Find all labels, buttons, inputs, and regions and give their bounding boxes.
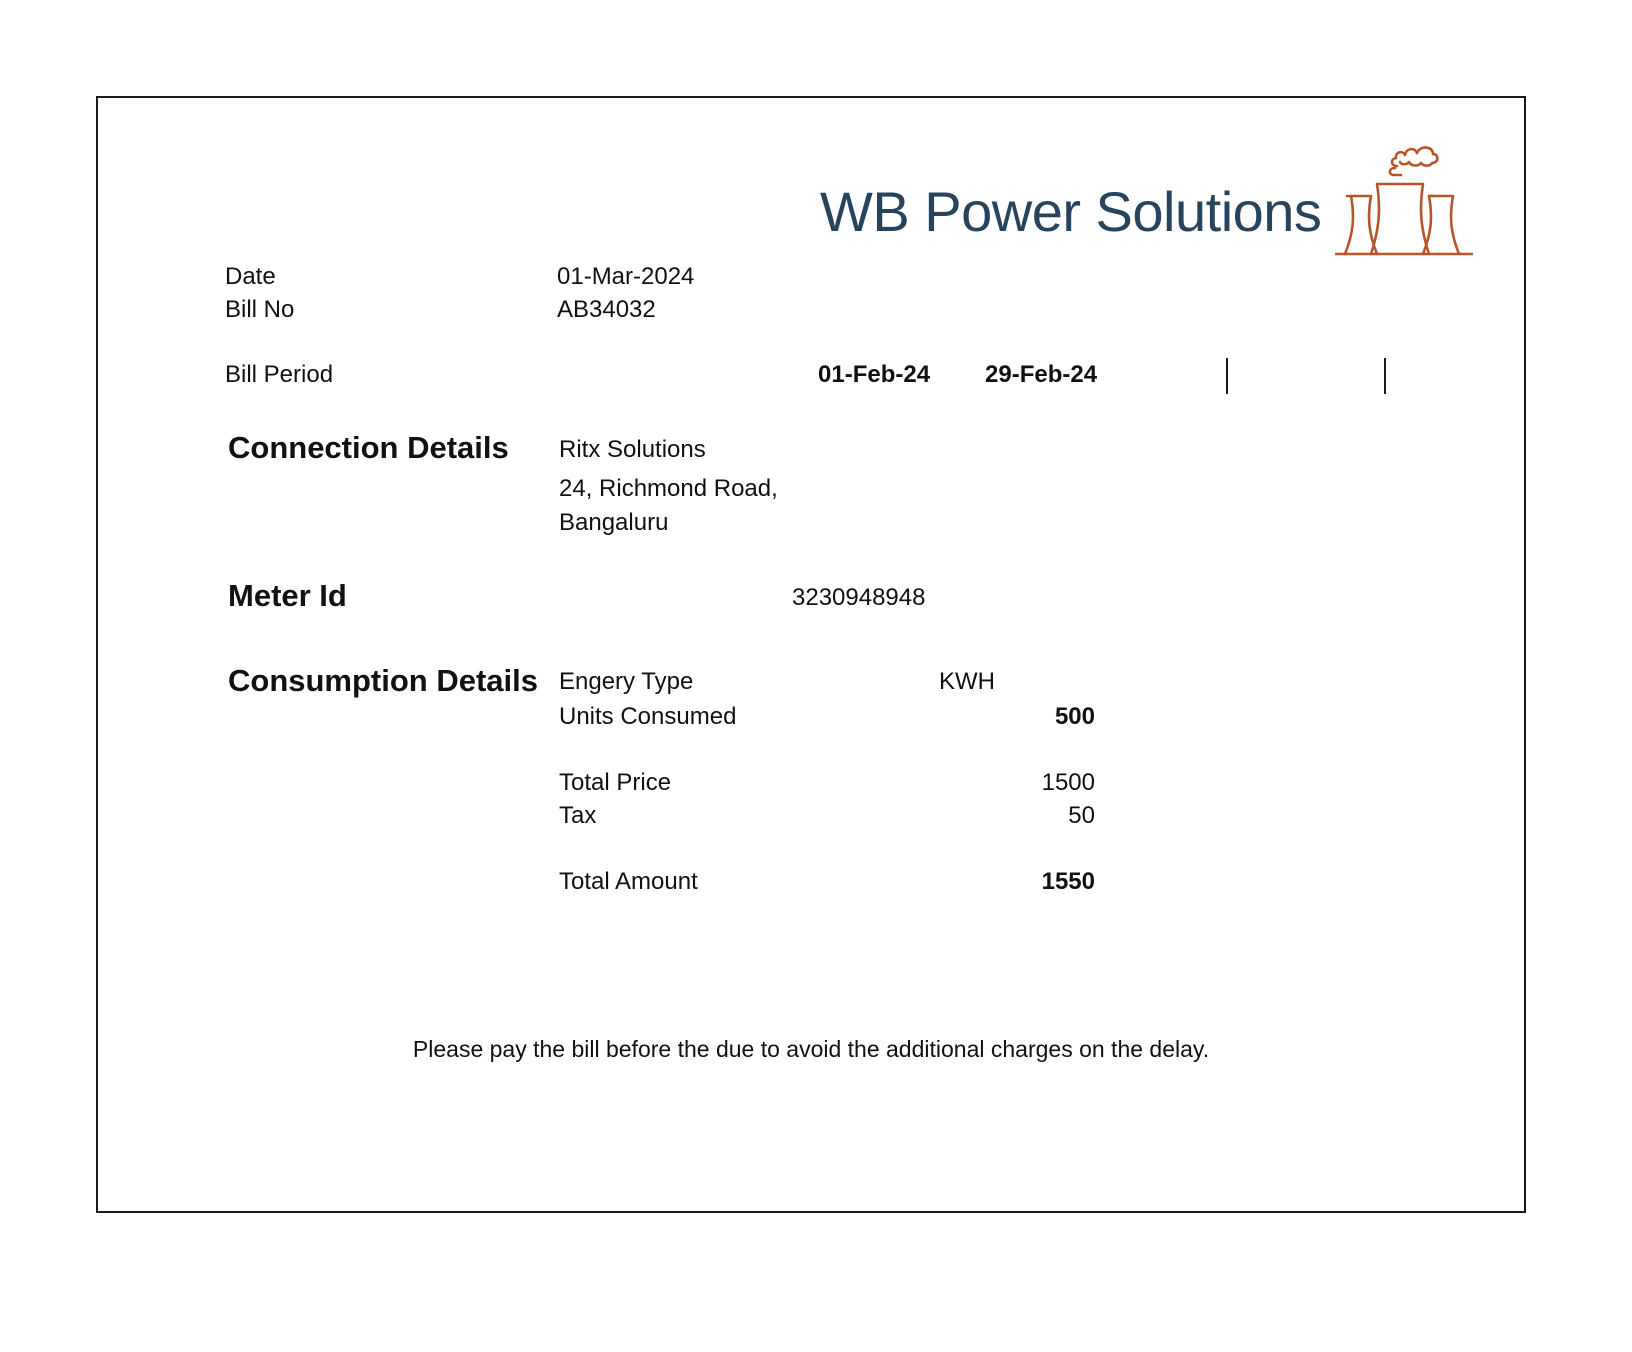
date-label: Date — [225, 263, 276, 290]
connection-name: Ritx Solutions — [559, 436, 706, 463]
bill-period-end: 29-Feb-24 — [985, 361, 1098, 388]
tax-label: Tax — [559, 802, 597, 829]
date-value: 01-Mar-2024 — [557, 263, 695, 290]
energy-type-value: KWH — [939, 668, 995, 695]
company-name: WB Power Solutions — [820, 180, 1322, 243]
power-plant-icon — [1335, 146, 1473, 256]
units-consumed-label: Units Consumed — [559, 703, 737, 730]
total-amount-value: 1550 — [1041, 868, 1095, 895]
meter-id-heading: Meter Id — [228, 578, 347, 613]
total-amount-label: Total Amount — [559, 868, 698, 895]
divider-bar — [1384, 358, 1386, 394]
divider-bar — [1226, 358, 1228, 394]
tax-value: 50 — [1068, 802, 1095, 829]
total-price-value: 1500 — [1041, 769, 1095, 796]
connection-address-line1: 24, Richmond Road, — [559, 475, 778, 502]
bill-period-start: 01-Feb-24 — [818, 361, 931, 388]
bill-no-value: AB34032 — [557, 296, 656, 323]
connection-address-line2: Bangaluru — [559, 509, 669, 536]
payment-note: Please pay the bill before the due to av… — [412, 1036, 1210, 1062]
bill-no-label: Bill No — [225, 296, 295, 323]
connection-details-heading: Connection Details — [228, 430, 509, 465]
units-consumed-value: 500 — [1054, 703, 1095, 730]
consumption-details-heading: Consumption Details — [228, 663, 539, 698]
bill-period-label: Bill Period — [225, 361, 334, 388]
total-price-label: Total Price — [559, 769, 672, 796]
meter-id-value: 3230948948 — [792, 584, 926, 611]
energy-type-label: Engery Type — [559, 668, 694, 695]
